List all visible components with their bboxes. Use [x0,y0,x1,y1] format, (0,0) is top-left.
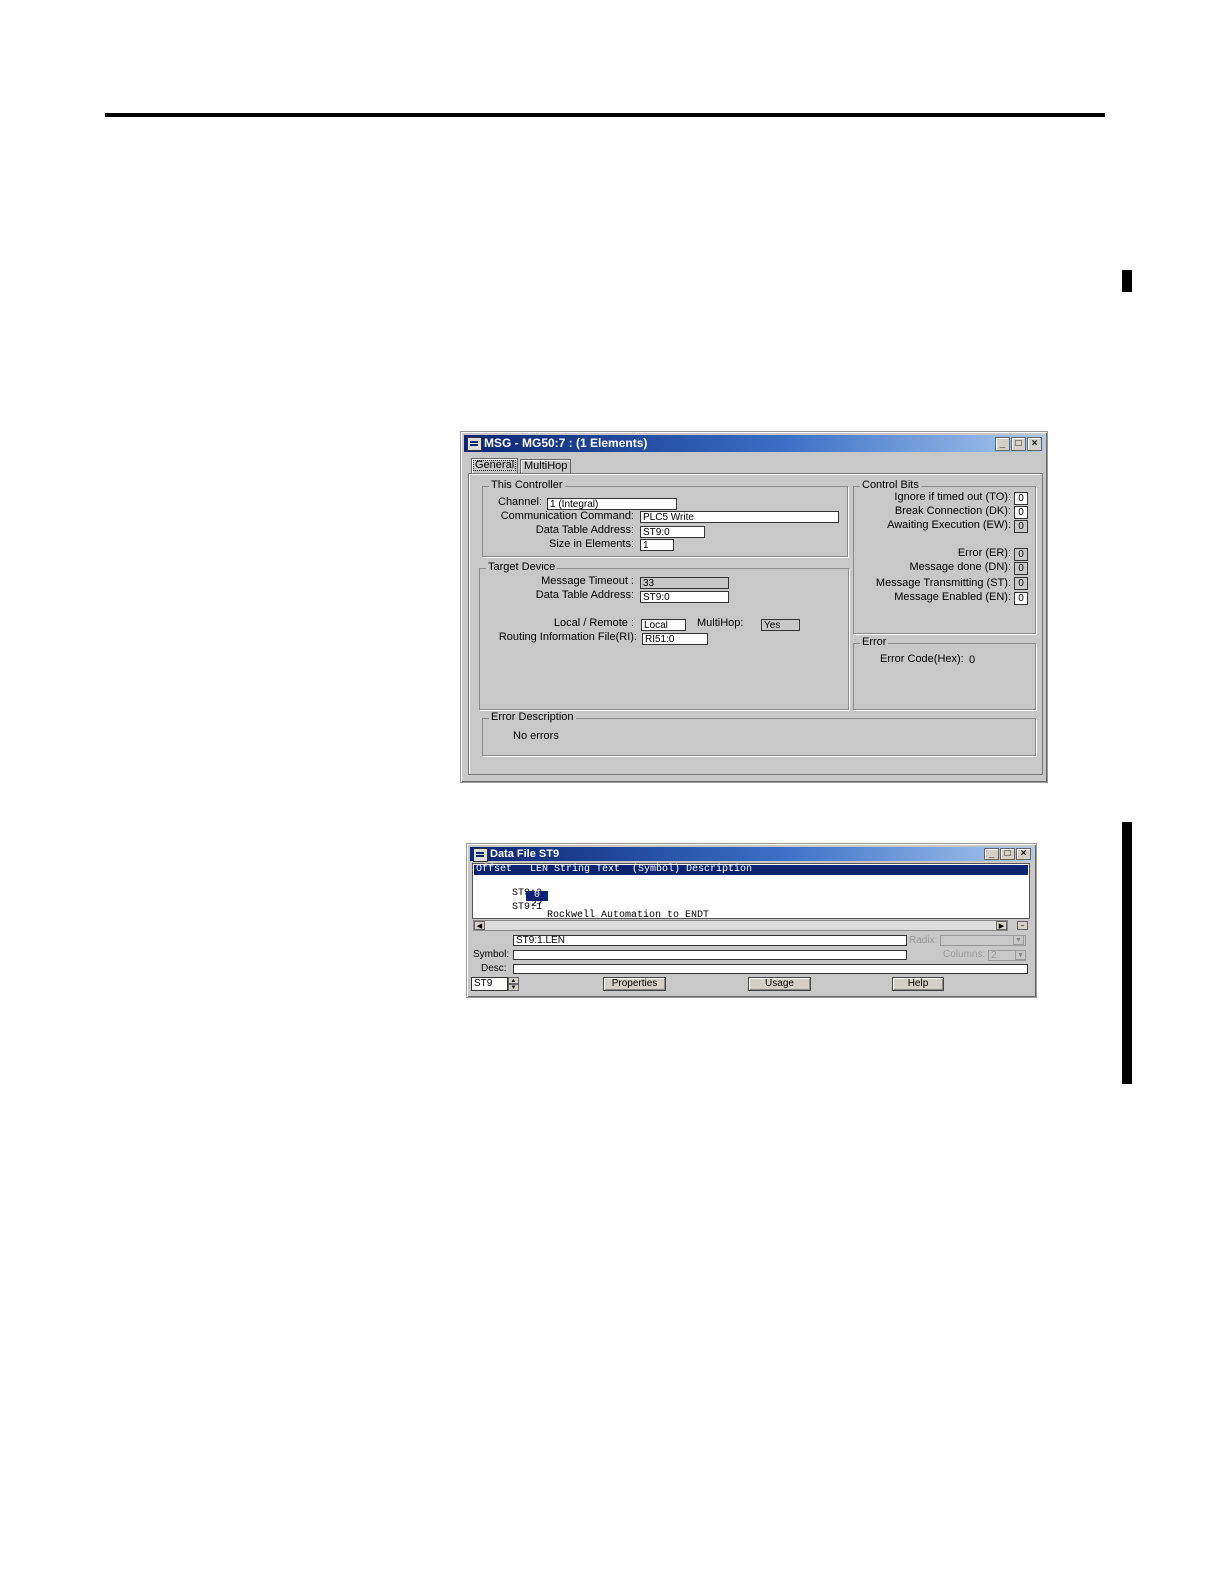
selected-len-cell[interactable]: 0 [526,891,548,901]
bit-to-label: Ignore if timed out (TO): [894,491,1011,503]
row-offset: ST9:1 [512,902,543,913]
local-remote-label: Local / Remote : [553,617,634,629]
this-controller-title: This Controller [489,479,565,491]
bit-dn-value: 0 [1014,562,1028,575]
msg-titlebar[interactable]: MSG - MG50:7 : (1 Elements) _ □ × [464,435,1044,452]
header-rule [105,113,1105,117]
bit-en-label: Message Enabled (EN): [894,591,1011,603]
df-maximize-button[interactable]: □ [1000,848,1015,860]
scroll-right-icon[interactable]: ▶ [996,921,1007,930]
size-label: Size in Elements: [549,538,634,550]
msg-window-title: MSG - MG50:7 : (1 Elements) [484,436,648,450]
bit-er-label: Error (ER): [957,547,1011,559]
dta-field[interactable]: ST9:0 [640,526,705,538]
change-bar-top [1122,270,1132,292]
grid-header: Offset LEN String Text (Symbol) Descript… [474,865,1028,875]
df-minimize-button[interactable]: _ [984,848,999,860]
radix-dropdown-icon: ▼ [1013,935,1024,945]
bit-dk-value[interactable]: 0 [1014,506,1028,519]
dta-label: Data Table Address: [535,524,634,536]
multihop-field: Yes [761,619,800,631]
desc-label: Desc: [481,963,507,974]
timeout-field: 33 [640,577,729,589]
app-icon [467,437,482,451]
bit-ew-label: Awaiting Execution (EW): [887,519,1011,531]
bit-dk-label: Break Connection (DK): [894,505,1011,517]
data-file-app-icon [473,848,488,862]
tab-multihop[interactable]: MultiHop [520,459,572,474]
comm-command-label: Communication Command: [500,510,634,522]
scroll-left-icon[interactable]: ◀ [474,921,485,930]
desc-field[interactable] [513,964,1028,974]
tab-general[interactable]: General [471,458,519,473]
columns-label: Columns: [943,949,986,960]
error-description-text: No errors [513,730,559,742]
channel-label: Channel: [498,496,543,508]
file-spinner-field[interactable]: ST9 [471,977,508,991]
horizontal-scrollbar[interactable]: ◀ ▶ [473,920,1008,931]
spin-up-icon[interactable]: ▲ [508,977,519,984]
close-button[interactable]: × [1027,437,1042,451]
data-grid[interactable]: Offset LEN String Text (Symbol) Descript… [472,863,1030,921]
df-close-button[interactable]: × [1016,848,1031,860]
error-code-label: Error Code(Hex): [880,653,964,665]
help-button[interactable]: Help [892,977,944,991]
radix-label: Radix: [909,935,938,946]
bit-st-label: Message Transmitting (ST): [875,577,1011,589]
bit-er-value: 0 [1014,548,1028,561]
split-button-icon[interactable]: − [1017,921,1028,930]
data-file-title: Data File ST9 [490,848,560,860]
usage-button[interactable]: Usage [748,977,811,991]
bit-st-value: 0 [1014,577,1028,590]
error-description-title: Error Description [489,711,576,723]
error-code-value: 0 [969,654,976,666]
target-dta-field[interactable]: ST9:0 [640,591,729,603]
data-file-window: Data File ST9 _ □ × Offset LEN String Te… [466,843,1037,998]
local-remote-field[interactable]: Local [641,619,686,631]
properties-button[interactable]: Properties [603,977,666,991]
symbol-label: Symbol: [473,949,510,960]
symbol-field[interactable] [513,950,907,960]
control-bits-title: Control Bits [860,479,921,491]
address-field[interactable]: ST9:1.LEN [513,935,907,946]
size-field[interactable]: 1 [640,539,674,551]
data-file-titlebar[interactable]: Data File ST9 _ □ × [470,847,1033,862]
maximize-button[interactable]: □ [1011,437,1026,451]
change-bar-bottom [1122,822,1132,1084]
routing-field[interactable]: RI51:0 [642,633,708,645]
error-description-group: Error Description [482,711,1036,756]
bit-ew-value: 0 [1014,520,1028,533]
target-dta-label: Data Table Address: [535,589,634,601]
bit-dn-label: Message done (DN): [909,561,1012,573]
spin-down-icon[interactable]: ▼ [508,984,519,991]
comm-command-field[interactable]: PLC5 Write [640,511,839,523]
channel-field[interactable]: 1 (Integral) [547,498,677,510]
bit-to-value[interactable]: 0 [1014,492,1028,505]
multihop-label: MultiHop: [697,617,744,629]
timeout-label: Message Timeout : [541,575,634,587]
bit-en-value[interactable]: 0 [1014,592,1028,605]
routing-label: Routing Information File(RI): [498,631,637,643]
columns-dropdown-icon: ▼ [1015,950,1026,960]
error-title: Error [860,636,889,648]
msg-window: MSG - MG50:7 : (1 Elements) _ □ × Genera… [460,431,1048,783]
target-device-title: Target Device [486,561,558,573]
minimize-button[interactable]: _ [995,437,1010,451]
